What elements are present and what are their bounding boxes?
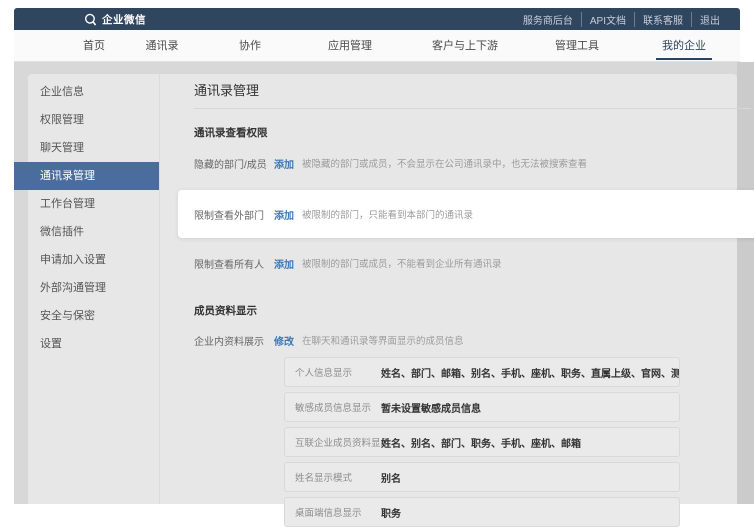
sidebar-item-external-comm[interactable]: 外部沟通管理 xyxy=(28,274,159,302)
page-title: 通讯录管理 xyxy=(194,80,259,99)
main-content: 通讯录管理 通讯录查看权限 隐藏的部门/成员 添加 被隐藏的部门或成员，不会显示… xyxy=(189,74,754,504)
sidebar-item-wechat-plugin[interactable]: 微信插件 xyxy=(28,218,159,246)
contact-support-link[interactable]: 联系客服 xyxy=(634,12,691,27)
nav-tab-customers[interactable]: 客户与上下游 xyxy=(432,30,498,62)
app-title: 企业微信 xyxy=(102,12,146,27)
top-bar: 企业微信 服务商后台 API文档 联系客服 退出 xyxy=(14,8,740,30)
table-row-value: 暂未设置敏感成员信息 xyxy=(381,400,481,415)
settings-card: 企业信息 权限管理 聊天管理 通讯录管理 工作台管理 微信插件 申请加入设置 外… xyxy=(28,74,737,504)
sidebar-item-contacts-mgmt[interactable]: 通讯录管理 xyxy=(14,162,159,190)
settings-sidebar: 企业信息 权限管理 聊天管理 通讯录管理 工作台管理 微信插件 申请加入设置 外… xyxy=(28,74,160,504)
nav-tab-home[interactable]: 首页 xyxy=(83,30,105,62)
setting-description: 被限制的部门或成员，不能看到企业所有通讯录 xyxy=(302,256,502,270)
sidebar-item-settings[interactable]: 设置 xyxy=(28,330,159,358)
add-link[interactable]: 添加 xyxy=(274,256,294,271)
sidebar-item-permissions[interactable]: 权限管理 xyxy=(28,106,159,134)
setting-row-hidden-members: 隐藏的部门/成员 添加 被隐藏的部门或成员，不会显示在公司通讯录中，也无法被搜索… xyxy=(194,153,587,173)
nav-tab-apps[interactable]: 应用管理 xyxy=(328,30,372,62)
table-row-label: 桌面端信息显示 xyxy=(295,505,381,519)
table-row-label: 互联企业成员资料显示 xyxy=(295,435,381,449)
table-row-label: 敏感成员信息显示 xyxy=(295,400,381,414)
setting-label: 企业内资料展示 xyxy=(194,333,274,348)
section-heading-member-profile: 成员资料显示 xyxy=(194,303,257,318)
sidebar-item-join-settings[interactable]: 申请加入设置 xyxy=(28,246,159,274)
setting-label: 限制查看外部门 xyxy=(194,207,274,222)
nav-tab-collab[interactable]: 协作 xyxy=(239,30,261,62)
modify-link[interactable]: 修改 xyxy=(274,333,294,348)
sidebar-item-workbench[interactable]: 工作台管理 xyxy=(28,190,159,218)
table-row-value: 职务 xyxy=(381,505,401,520)
table-row-label: 个人信息显示 xyxy=(295,365,381,379)
table-row-label: 姓名显示模式 xyxy=(295,470,381,484)
provider-console-link[interactable]: 服务商后台 xyxy=(515,12,581,27)
setting-description: 被限制的部门，只能看到本部门的通讯录 xyxy=(302,207,473,221)
setting-description: 被隐藏的部门或成员，不会显示在公司通讯录中，也无法被搜索查看 xyxy=(302,156,587,170)
profile-display-table: 个人信息显示 姓名、部门、邮箱、别名、手机、座机、职务、直属上级、官网、测...… xyxy=(284,357,680,532)
main-nav: 首页 通讯录 协作 应用管理 客户与上下游 管理工具 我的企业 xyxy=(14,30,740,62)
table-row-value: 姓名、部门、邮箱、别名、手机、座机、职务、直属上级、官网、测... xyxy=(381,365,680,380)
table-row-sensitive-info: 敏感成员信息显示 暂未设置敏感成员信息 xyxy=(284,392,680,422)
highlighted-setting-panel: 限制查看外部门 添加 被限制的部门，只能看到本部门的通讯录 xyxy=(178,190,754,238)
table-row-value: 别名 xyxy=(381,470,401,485)
setting-row-restrict-external-dept: 限制查看外部门 添加 被限制的部门，只能看到本部门的通讯录 xyxy=(194,204,473,224)
api-docs-link[interactable]: API文档 xyxy=(581,12,634,27)
title-divider xyxy=(194,108,751,109)
setting-row-company-profile: 企业内资料展示 修改 在聊天和通讯录等界面显示的成员信息 xyxy=(194,330,464,350)
setting-row-restrict-all: 限制查看所有人 添加 被限制的部门或成员，不能看到企业所有通讯录 xyxy=(194,253,502,273)
sidebar-item-security[interactable]: 安全与保密 xyxy=(28,302,159,330)
logout-link[interactable]: 退出 xyxy=(691,12,728,27)
sidebar-item-chat-mgmt[interactable]: 聊天管理 xyxy=(28,134,159,162)
wechat-work-logo-icon xyxy=(84,13,97,26)
sidebar-item-company-info[interactable]: 企业信息 xyxy=(28,78,159,106)
table-row-name-display-mode: 姓名显示模式 别名 xyxy=(284,462,680,492)
table-row-value: 姓名、别名、部门、职务、手机、座机、邮箱 xyxy=(381,435,581,450)
section-heading-view-permissions: 通讯录查看权限 xyxy=(194,125,268,140)
table-row-desktop-info-display: 桌面端信息显示 职务 xyxy=(284,497,680,527)
nav-tab-tools[interactable]: 管理工具 xyxy=(555,30,599,62)
setting-label: 限制查看所有人 xyxy=(194,256,274,271)
add-link[interactable]: 添加 xyxy=(274,207,294,222)
active-tab-underline xyxy=(656,58,712,60)
add-link[interactable]: 添加 xyxy=(274,156,294,171)
setting-description: 在聊天和通讯录等界面显示的成员信息 xyxy=(302,333,464,347)
top-links: 服务商后台 API文档 联系客服 退出 xyxy=(515,12,728,27)
nav-tab-contacts[interactable]: 通讯录 xyxy=(146,30,179,62)
setting-label: 隐藏的部门/成员 xyxy=(194,156,274,171)
table-row-linked-company-info: 互联企业成员资料显示 姓名、别名、部门、职务、手机、座机、邮箱 xyxy=(284,427,680,457)
app-logo: 企业微信 xyxy=(84,12,146,27)
table-row-personal-info: 个人信息显示 姓名、部门、邮箱、别名、手机、座机、职务、直属上级、官网、测... xyxy=(284,357,680,387)
